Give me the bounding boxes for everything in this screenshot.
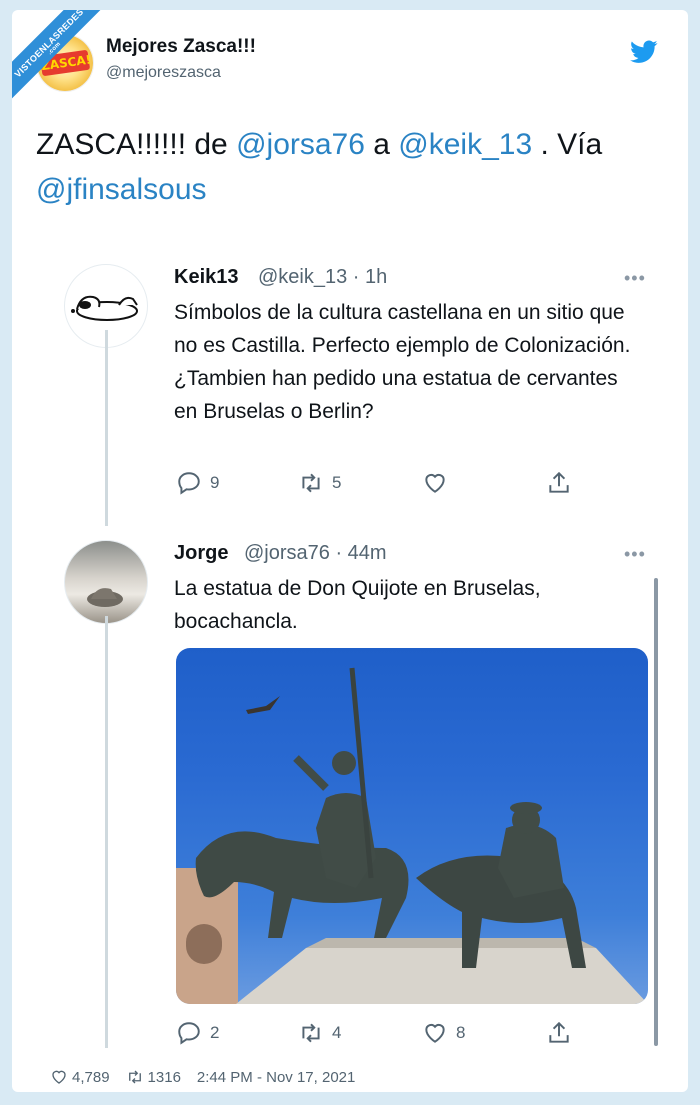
tweet-photo[interactable] xyxy=(176,648,648,1004)
reply-icon xyxy=(178,1022,200,1045)
reply-body: Símbolos de la cultura castellana en un … xyxy=(174,301,631,423)
like-button[interactable]: 8 xyxy=(422,1018,465,1048)
share-icon xyxy=(549,1021,569,1043)
like-button[interactable] xyxy=(422,468,456,498)
thread-line xyxy=(105,616,108,1048)
embedded-screenshot: Keik13 @keik_13 · 1h ••• Símbolos de la … xyxy=(36,238,676,1058)
mention-link[interactable]: @jfinsalsous xyxy=(36,173,207,206)
author-name[interactable]: Mejores Zasca!!! xyxy=(106,36,256,58)
timestamp[interactable]: 2:44 PM - Nov 17, 2021 xyxy=(197,1069,355,1086)
twitter-bird-icon[interactable] xyxy=(630,40,658,64)
mention-link[interactable]: @keik_13 xyxy=(398,128,532,161)
avatar[interactable] xyxy=(64,540,148,624)
retweets-count: 1316 xyxy=(147,1068,181,1086)
tweet-text: ZASCA!!!!!! de @jorsa76 a @keik_13 . Vía… xyxy=(36,122,672,212)
retweet-icon xyxy=(302,1023,320,1043)
tweet-actions: 9 5 xyxy=(176,468,576,498)
thread-line xyxy=(105,330,108,526)
retweet-count: 5 xyxy=(332,473,342,492)
author-handle[interactable]: @mejoreszasca xyxy=(106,64,221,82)
reply-author-name[interactable]: Keik13 xyxy=(174,266,239,289)
reply-author-meta[interactable]: @keik_13 · 1h xyxy=(258,266,387,289)
reply-count: 9 xyxy=(210,473,220,492)
don-quijote-statue-image xyxy=(176,667,648,1004)
likes-count: 4,789 xyxy=(72,1068,110,1086)
retweet-icon xyxy=(302,473,320,493)
retweets-stat[interactable]: 1316 xyxy=(126,1068,181,1086)
reply-icon xyxy=(178,472,200,495)
retweet-button[interactable]: 4 xyxy=(298,1018,341,1048)
tweet-actions: 2 4 8 xyxy=(176,1018,576,1048)
likes-stat[interactable]: 4,789 xyxy=(50,1068,110,1086)
share-button[interactable] xyxy=(546,1018,572,1048)
like-count: 8 xyxy=(456,1023,466,1042)
mention-link[interactable]: @jorsa76 xyxy=(236,128,365,161)
reply-body: La estatua de Don Quijote en Bruselas, b… xyxy=(174,577,541,633)
retweet-count: 4 xyxy=(332,1023,342,1042)
retweet-icon xyxy=(128,1070,141,1084)
retweet-button[interactable]: 5 xyxy=(298,468,341,498)
reply-author-meta[interactable]: @jorsa76 · 44m xyxy=(244,542,387,565)
like-icon xyxy=(52,1070,66,1084)
more-icon[interactable]: ••• xyxy=(624,268,646,289)
more-icon[interactable]: ••• xyxy=(624,544,646,565)
reply-button[interactable]: 9 xyxy=(176,468,219,498)
text-part: a xyxy=(364,128,399,161)
scrollbar[interactable] xyxy=(654,578,658,1046)
outer-tweet-header: ZASCA! Mejores Zasca!!! @mejoreszasca xyxy=(36,34,666,94)
like-icon xyxy=(425,473,445,493)
tweet-footer: 4,789 1316 2:44 PM - Nov 17, 2021 xyxy=(50,1062,371,1092)
statue-photo-icon xyxy=(87,588,123,607)
reply-button[interactable]: 2 xyxy=(176,1018,219,1048)
tweet-card: VISTOENLASREDES .com ZASCA! Mejores Zasc… xyxy=(12,10,688,1092)
share-icon xyxy=(549,471,569,493)
timestamp-text: 2:44 PM - Nov 17, 2021 xyxy=(196,1068,356,1086)
reply-count: 2 xyxy=(210,1023,220,1042)
text-part: ZASCA!!!!!! de xyxy=(36,128,237,161)
share-button[interactable] xyxy=(546,468,572,498)
reply-author-name[interactable]: Jorge xyxy=(174,542,228,565)
like-icon xyxy=(425,1023,445,1043)
text-part: . Vía xyxy=(532,128,603,161)
